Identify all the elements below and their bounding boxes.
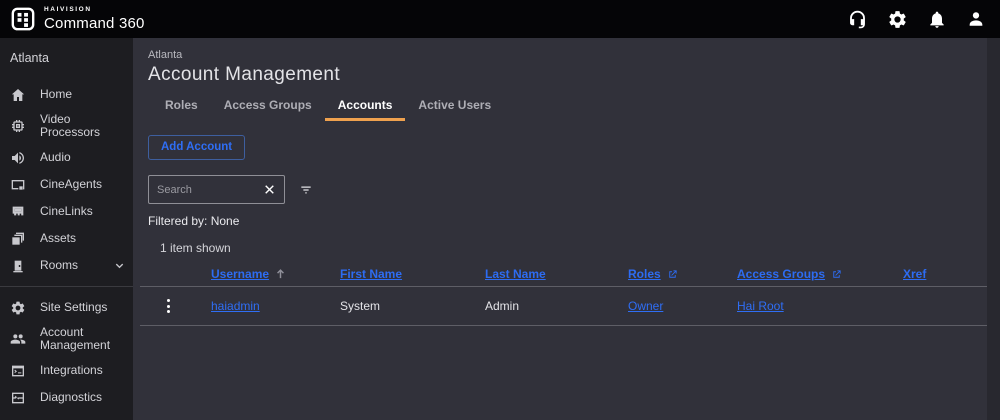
column-header-first-name[interactable]: First Name <box>340 267 402 281</box>
sidebar-item-label: CineAgents <box>40 177 103 191</box>
sidebar-item-diagnostics[interactable]: Diagnostics <box>0 384 133 411</box>
table-row: haiadmin System Admin Owner Hai Root <box>140 287 987 326</box>
sidebar-item-integrations[interactable]: Integrations <box>0 357 133 384</box>
brand-logo: HAIVISION Command 360 <box>10 6 145 32</box>
sidebar-item-rooms[interactable]: Rooms <box>0 252 133 279</box>
sidebar-divider <box>0 286 133 287</box>
sidebar-item-label: CineLinks <box>40 204 93 218</box>
chevron-down-icon[interactable] <box>114 260 125 271</box>
table-header-row: Username First Name Last Name Roles Acce… <box>140 262 987 287</box>
monitor-icon <box>11 179 25 190</box>
sidebar-item-cineagents[interactable]: CineAgents <box>0 171 133 198</box>
sidebar-item-label: Home <box>40 87 73 101</box>
sidebar-item-site-settings[interactable]: Site Settings <box>0 294 133 321</box>
sidebar-item-label: Diagnostics <box>40 390 103 404</box>
brand-name: Command 360 <box>44 14 145 32</box>
support-icon[interactable] <box>847 9 868 30</box>
last-name-value: Admin <box>485 299 520 313</box>
scrollbar-track[interactable] <box>987 38 1000 420</box>
people-icon <box>10 334 26 344</box>
username-link[interactable]: haiadmin <box>211 299 260 313</box>
terminal-icon <box>12 365 24 376</box>
search-input[interactable] <box>157 183 263 196</box>
door-icon <box>13 260 23 272</box>
sidebar-item-label: Account Management <box>40 325 111 352</box>
external-link-icon <box>668 269 677 278</box>
sidebar-item-label: Video Processors <box>40 112 101 139</box>
access-groups-link[interactable]: Hai Root <box>737 299 784 313</box>
row-actions-menu-icon[interactable] <box>163 295 174 317</box>
brand-name-small: HAIVISION <box>44 6 92 14</box>
tab-access-groups[interactable]: Access Groups <box>211 94 325 121</box>
notifications-icon[interactable] <box>927 9 947 30</box>
port-icon <box>12 206 24 215</box>
haivision-grid-logo-icon <box>11 7 35 31</box>
layers-icon <box>12 232 24 245</box>
breadcrumb: Atlanta <box>148 49 183 61</box>
sidebar: Atlanta Home Video Processors Audio Cine… <box>0 38 133 420</box>
speaker-icon <box>12 151 24 164</box>
clear-search-icon[interactable] <box>263 183 276 196</box>
home-icon <box>11 88 25 101</box>
pulse-icon <box>12 392 24 403</box>
settings-icon[interactable] <box>887 9 908 30</box>
sidebar-item-video-processors[interactable]: Video Processors <box>0 108 133 144</box>
items-shown-count: 1 item shown <box>160 241 231 255</box>
sidebar-item-label: Site Settings <box>40 300 108 314</box>
tab-bar: Roles Access Groups Accounts Active User… <box>152 94 1000 121</box>
sidebar-item-account-management[interactable]: Account Management <box>0 321 133 357</box>
filtered-by-status: Filtered by: None <box>148 214 240 228</box>
column-header-xref[interactable]: Xref <box>903 267 926 281</box>
column-header-access-groups[interactable]: Access Groups <box>737 267 842 281</box>
sidebar-item-label: Audio <box>40 150 71 164</box>
external-link-icon <box>833 269 841 278</box>
search-box <box>148 175 285 204</box>
sidebar-item-audio[interactable]: Audio <box>0 144 133 171</box>
tab-roles[interactable]: Roles <box>152 94 211 121</box>
top-header-bar: HAIVISION Command 360 <box>0 0 1000 38</box>
account-icon[interactable] <box>966 9 986 29</box>
sort-ascending-icon <box>277 269 284 279</box>
add-account-button[interactable]: Add Account <box>148 135 246 160</box>
sidebar-item-cinelinks[interactable]: CineLinks <box>0 198 133 225</box>
page-title: Account Management <box>148 64 341 85</box>
sidebar-item-label: Integrations <box>40 363 103 377</box>
tab-accounts[interactable]: Accounts <box>324 94 406 121</box>
tab-active-users[interactable]: Active Users <box>405 94 504 121</box>
sidebar-item-label: Rooms <box>40 258 79 272</box>
column-header-username[interactable]: Username <box>211 267 286 281</box>
sidebar-item-label: Assets <box>40 231 77 245</box>
sidebar-item-assets[interactable]: Assets <box>0 225 133 252</box>
column-header-roles[interactable]: Roles <box>628 267 678 281</box>
column-header-last-name[interactable]: Last Name <box>485 267 546 281</box>
filter-icon[interactable] <box>298 183 314 197</box>
sidebar-item-home[interactable]: Home <box>0 81 133 108</box>
roles-link[interactable]: Owner <box>628 299 663 313</box>
main-content: Atlanta Account Management Roles Access … <box>133 38 1000 420</box>
accounts-table: Username First Name Last Name Roles Acce… <box>140 262 987 326</box>
sidebar-site-name: Atlanta <box>10 51 49 65</box>
first-name-value: System <box>340 299 381 313</box>
chip-icon <box>12 120 24 132</box>
gear-icon <box>11 301 25 314</box>
